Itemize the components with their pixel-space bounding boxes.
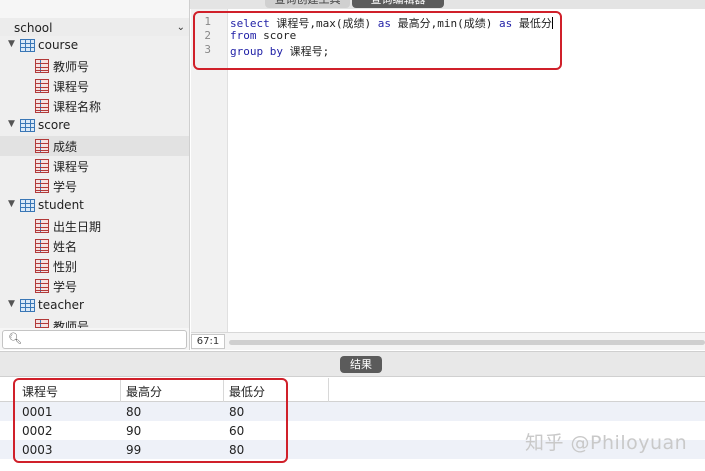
disclosure-triangle-icon[interactable]: ▼ bbox=[8, 39, 15, 49]
table-name: student bbox=[38, 198, 84, 212]
table-name: course bbox=[38, 38, 79, 52]
watermark: 知乎 @Philoyuan bbox=[525, 432, 688, 454]
tree-column[interactable]: 姓名 bbox=[0, 236, 189, 256]
disclosure-triangle-icon[interactable]: ▼ bbox=[8, 119, 15, 129]
table-icon bbox=[20, 199, 35, 212]
column-icon bbox=[35, 139, 49, 153]
column-name: 教师号 bbox=[53, 320, 90, 328]
table-name: teacher bbox=[38, 298, 84, 312]
tree-column[interactable]: 出生日期 bbox=[0, 216, 189, 236]
column-icon bbox=[35, 99, 49, 113]
result-tab-bar: 结果 bbox=[0, 351, 705, 377]
column-icon bbox=[35, 159, 49, 173]
tree-column[interactable]: 教师号 bbox=[0, 316, 189, 328]
tree-table-student[interactable]: ▼ student bbox=[0, 196, 189, 216]
disclosure-triangle-icon[interactable]: ▼ bbox=[8, 199, 15, 209]
column-icon bbox=[35, 279, 49, 293]
tree-column[interactable]: 课程号 bbox=[0, 76, 189, 96]
column-name: 出生日期 bbox=[53, 220, 102, 234]
column-name: 学号 bbox=[53, 180, 78, 194]
column-icon bbox=[35, 79, 49, 93]
table-icon bbox=[20, 119, 35, 132]
sql-highlight-box bbox=[193, 11, 562, 70]
horizontal-scrollbar[interactable] bbox=[229, 340, 705, 345]
schema-sidebar: school ⌄ ▼ course 教师号 课程号 课程名称 ▼ score 成… bbox=[0, 0, 190, 350]
database-name: school bbox=[14, 21, 53, 35]
tree-table-teacher[interactable]: ▼ teacher bbox=[0, 296, 189, 316]
tree-table-score[interactable]: ▼ score bbox=[0, 116, 189, 136]
tree-column[interactable]: 学号 bbox=[0, 276, 189, 296]
sidebar-search[interactable]: 🔍︎ bbox=[2, 330, 187, 349]
tab-query-builder[interactable]: 查询创建工具 bbox=[265, 0, 350, 8]
table-name: score bbox=[38, 118, 71, 132]
column-name: 课程号 bbox=[53, 80, 90, 94]
schema-tree: ▼ course 教师号 课程号 课程名称 ▼ score 成绩 课程号 学号 … bbox=[0, 36, 189, 328]
column-name: 课程名称 bbox=[53, 100, 102, 114]
tab-query-editor[interactable]: 查询编辑器 bbox=[352, 0, 444, 8]
column-icon bbox=[35, 219, 49, 233]
chevron-updown-icon: ⌄ bbox=[176, 22, 185, 33]
column-name: 性别 bbox=[53, 260, 78, 274]
column-name: 教师号 bbox=[53, 60, 90, 74]
sidebar-search-input[interactable] bbox=[21, 332, 181, 347]
editor-status-bar: 67:1 bbox=[191, 332, 705, 350]
column-icon bbox=[35, 239, 49, 253]
editor-mode-tabs: 查询创建工具 查询编辑器 bbox=[190, 0, 705, 9]
result-highlight-box bbox=[13, 378, 288, 463]
search-icon: 🔍︎ bbox=[8, 332, 22, 345]
column-divider[interactable] bbox=[328, 378, 329, 402]
tree-column[interactable]: 课程号 bbox=[0, 156, 189, 176]
column-name: 课程号 bbox=[53, 160, 90, 174]
column-name: 学号 bbox=[53, 280, 78, 294]
disclosure-triangle-icon[interactable]: ▼ bbox=[8, 299, 15, 309]
cursor-position: 67:1 bbox=[191, 334, 225, 349]
tree-table-course[interactable]: ▼ course bbox=[0, 36, 189, 56]
tree-column[interactable]: 学号 bbox=[0, 176, 189, 196]
tab-result[interactable]: 结果 bbox=[340, 356, 382, 373]
column-icon bbox=[35, 319, 49, 328]
column-icon bbox=[35, 259, 49, 273]
tree-column[interactable]: 教师号 bbox=[0, 56, 189, 76]
tree-column[interactable]: 课程名称 bbox=[0, 96, 189, 116]
table-icon bbox=[20, 39, 35, 52]
column-icon bbox=[35, 179, 49, 193]
tree-column[interactable]: 性别 bbox=[0, 256, 189, 276]
table-icon bbox=[20, 299, 35, 312]
tree-column-selected[interactable]: 成绩 bbox=[0, 136, 189, 156]
column-name: 姓名 bbox=[53, 240, 78, 254]
column-name: 成绩 bbox=[53, 140, 78, 154]
column-icon bbox=[35, 59, 49, 73]
